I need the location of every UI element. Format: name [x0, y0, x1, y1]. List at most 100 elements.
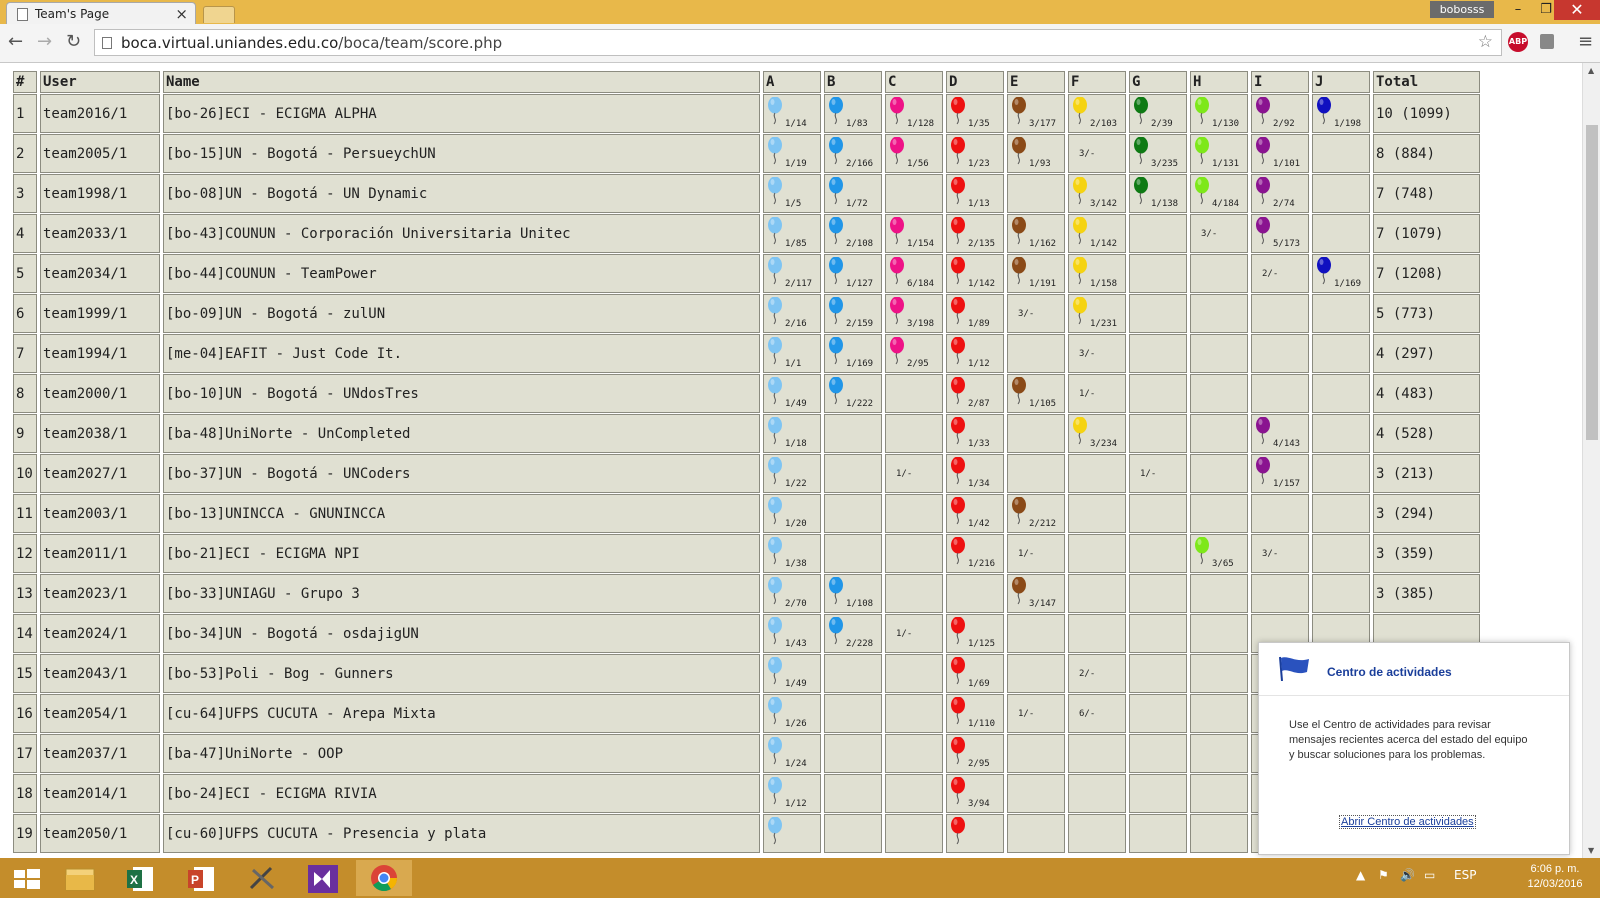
problem-cell — [1129, 694, 1187, 733]
problem-result: 1/222 — [846, 399, 874, 409]
problem-result: 2/70 — [785, 599, 807, 609]
balloon-icon — [951, 257, 965, 285]
volume-icon[interactable]: 🔊 — [1400, 868, 1415, 882]
scroll-up-icon[interactable]: ▲ — [1588, 66, 1594, 75]
problem-cell: 3/65 — [1190, 534, 1248, 573]
problem-result: 1/19 — [785, 159, 807, 169]
problem-cell: 1/105 — [1007, 374, 1065, 413]
problem-cell: 1/128 — [885, 94, 943, 133]
problem-cell: 1/18 — [763, 414, 821, 453]
menu-icon[interactable]: ≡ — [1578, 31, 1593, 52]
balloon-icon — [1256, 177, 1270, 205]
action-center-flag-icon[interactable]: ⚑ — [1378, 868, 1389, 882]
problem-cell — [1190, 574, 1248, 613]
tab-close-icon[interactable]: × — [175, 5, 188, 23]
back-icon[interactable]: ← — [8, 31, 23, 52]
open-action-center-link[interactable]: Abrir Centro de actividades — [1339, 815, 1476, 829]
chrome-button[interactable] — [356, 860, 412, 896]
problem-result: 1/72 — [846, 199, 868, 209]
show-hidden-icons[interactable]: ▲ — [1356, 868, 1365, 882]
scroll-thumb[interactable] — [1586, 125, 1598, 440]
file-explorer-button[interactable] — [52, 860, 108, 896]
balloon-icon — [768, 577, 782, 605]
problem-cell — [824, 454, 882, 493]
problem-cell: 2/95 — [946, 734, 1004, 773]
problem-cell — [1190, 494, 1248, 533]
problem-result: 2/16 — [785, 319, 807, 329]
balloon-icon — [951, 137, 965, 165]
bookmark-star-icon[interactable]: ☆ — [1478, 32, 1493, 52]
browser-tab[interactable]: Team's Page × — [6, 2, 196, 24]
excel-button[interactable]: X — [113, 860, 169, 896]
team-rank: 9 — [13, 414, 37, 453]
problem-result: 2/74 — [1273, 199, 1295, 209]
problem-cell: 1/23 — [946, 134, 1004, 173]
team-user: team1994/1 — [40, 334, 160, 373]
column-header: # — [13, 71, 37, 93]
problem-result: 1/169 — [1334, 279, 1362, 289]
balloon-icon — [1073, 217, 1087, 245]
extension-icon[interactable] — [1540, 34, 1554, 49]
team-total: 7 (748) — [1373, 174, 1480, 213]
problem-result: 1/34 — [968, 479, 990, 489]
profile-user[interactable]: bobosss — [1430, 1, 1494, 18]
problem-result: 1/43 — [785, 639, 807, 649]
problem-cell — [1007, 734, 1065, 773]
close-window-icon[interactable]: ✕ — [1554, 0, 1600, 20]
balloon-icon — [1012, 97, 1026, 125]
balloon-icon — [951, 297, 965, 325]
address-bar[interactable]: boca.virtual.uniandes.edu.co/boca/team/s… — [94, 29, 1502, 56]
problem-cell: 1/26 — [763, 694, 821, 733]
problem-cell — [1129, 374, 1187, 413]
problem-cell: 1/19 — [763, 134, 821, 173]
problem-result: 1/83 — [846, 119, 868, 129]
new-tab-button[interactable] — [203, 6, 235, 23]
problem-cell: 1/69 — [946, 654, 1004, 693]
problem-cell — [824, 494, 882, 533]
team-name: [bo-15]UN - Bogotá - PersueychUN — [163, 134, 760, 173]
adblock-icon[interactable]: ABP — [1508, 32, 1528, 52]
problem-cell — [1129, 494, 1187, 533]
problem-cell: 1/34 — [946, 454, 1004, 493]
problem-result: 1/157 — [1273, 479, 1301, 489]
start-button[interactable] — [0, 860, 56, 896]
balloon-icon — [768, 337, 782, 365]
tools-button[interactable] — [235, 860, 291, 896]
language-indicator[interactable]: ESP — [1454, 868, 1476, 882]
visual-studio-button[interactable] — [296, 860, 352, 896]
problem-cell: 2/39 — [1129, 94, 1187, 133]
team-name: [bo-34]UN - Bogotá - osdajigUN — [163, 614, 760, 653]
scroll-down-icon[interactable]: ▼ — [1588, 846, 1594, 855]
problem-cell: 1/130 — [1190, 94, 1248, 133]
problem-result: 1/85 — [785, 239, 807, 249]
powerpoint-button[interactable]: P — [174, 860, 230, 896]
problem-cell: 3/- — [1068, 334, 1126, 373]
problem-cell: 2/159 — [824, 294, 882, 333]
problem-cell — [885, 734, 943, 773]
balloon-icon — [1195, 137, 1209, 165]
team-rank: 5 — [13, 254, 37, 293]
problem-cell: 2/117 — [763, 254, 821, 293]
taskbar-clock[interactable]: 6:06 p. m. 12/03/2016 — [1522, 862, 1588, 892]
forward-icon[interactable]: → — [37, 31, 52, 52]
problem-cell: 1/- — [1068, 374, 1126, 413]
network-icon[interactable]: ▭ — [1424, 868, 1435, 882]
problem-cell: 1/12 — [946, 334, 1004, 373]
team-user: team2003/1 — [40, 494, 160, 533]
team-name: [bo-43]COUNUN - Corporación Universitari… — [163, 214, 760, 253]
balloon-icon — [829, 337, 843, 365]
problem-cell — [1007, 814, 1065, 853]
team-rank: 14 — [13, 614, 37, 653]
problem-result: 3/- — [1018, 309, 1035, 319]
problem-cell — [1129, 614, 1187, 653]
team-total: 5 (773) — [1373, 294, 1480, 333]
problem-cell — [1190, 654, 1248, 693]
problem-cell: 3/- — [1251, 534, 1309, 573]
vertical-scrollbar[interactable]: ▲ ▼ — [1582, 63, 1600, 858]
team-user: team2024/1 — [40, 614, 160, 653]
reload-icon[interactable]: ↻ — [66, 31, 81, 52]
problem-cell: 1/216 — [946, 534, 1004, 573]
minimize-icon[interactable]: – — [1504, 0, 1532, 20]
problem-result: 3/142 — [1090, 199, 1118, 209]
balloon-icon — [890, 257, 904, 285]
